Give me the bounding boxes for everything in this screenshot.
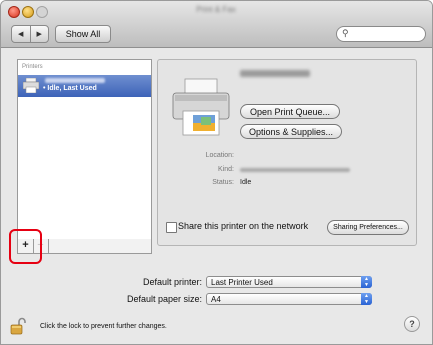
lock-instruction-text: Click the lock to prevent further change…: [40, 323, 167, 330]
search-input[interactable]: [352, 28, 418, 39]
default-paper-size-popup[interactable]: A4 ▲ ▼: [206, 293, 372, 305]
forward-arrow-icon[interactable]: ▶: [31, 26, 49, 42]
printer-list-item[interactable]: • Idle, Last Used: [18, 75, 151, 97]
close-window-button[interactable]: [8, 6, 20, 18]
help-button[interactable]: ?: [404, 316, 420, 332]
show-all-button[interactable]: Show All: [55, 25, 111, 43]
printer-name-redacted: [45, 78, 105, 83]
printer-icon: [23, 78, 39, 93]
window-title: Print & Fax: [196, 5, 236, 14]
kind-value-redacted: [240, 168, 350, 172]
zoom-window-button[interactable]: [36, 6, 48, 18]
back-arrow-icon[interactable]: ◀: [12, 26, 31, 42]
default-paper-size-label: Default paper size:: [126, 294, 202, 304]
kind-label: Kind:: [218, 166, 234, 173]
open-print-queue-button[interactable]: Open Print Queue...: [240, 104, 340, 119]
share-printer-checkbox[interactable]: [166, 222, 177, 233]
options-supplies-button[interactable]: Options & Supplies...: [240, 124, 342, 139]
location-label: Location:: [205, 152, 234, 159]
status-value: Idle: [240, 179, 252, 186]
share-printer-label: Share this printer on the network: [178, 221, 309, 231]
magnifier-icon: ⚲: [342, 28, 349, 38]
popup-arrows-icon: ▲ ▼: [361, 276, 372, 288]
title-bar: Print & Fax ◀ ▶ Show All ⚲: [1, 1, 432, 48]
printer-name-redacted: [240, 70, 310, 77]
status-label: Status:: [212, 179, 234, 186]
default-printer-popup[interactable]: Last Printer Used ▲ ▼: [206, 276, 372, 288]
large-printer-icon: [172, 78, 230, 136]
sharing-preferences-button[interactable]: Sharing Preferences...: [327, 220, 409, 235]
popup-arrows-icon: ▲ ▼: [361, 293, 372, 305]
default-printer-label: Default printer:: [142, 277, 202, 287]
printer-list-header: Printers: [22, 64, 43, 70]
default-printer-value: Last Printer Used: [211, 278, 273, 287]
lock-icon[interactable]: [10, 317, 26, 335]
annotation-highlight-box: [9, 229, 42, 264]
default-paper-size-value: A4: [211, 295, 221, 304]
back-forward-control: ◀ ▶: [11, 25, 49, 43]
search-field[interactable]: ⚲: [336, 26, 426, 42]
minimize-window-button[interactable]: [22, 6, 34, 18]
printer-list[interactable]: Printers • Idle, Last Used: [17, 59, 152, 240]
printer-status-text: • Idle, Last Used: [43, 85, 97, 92]
